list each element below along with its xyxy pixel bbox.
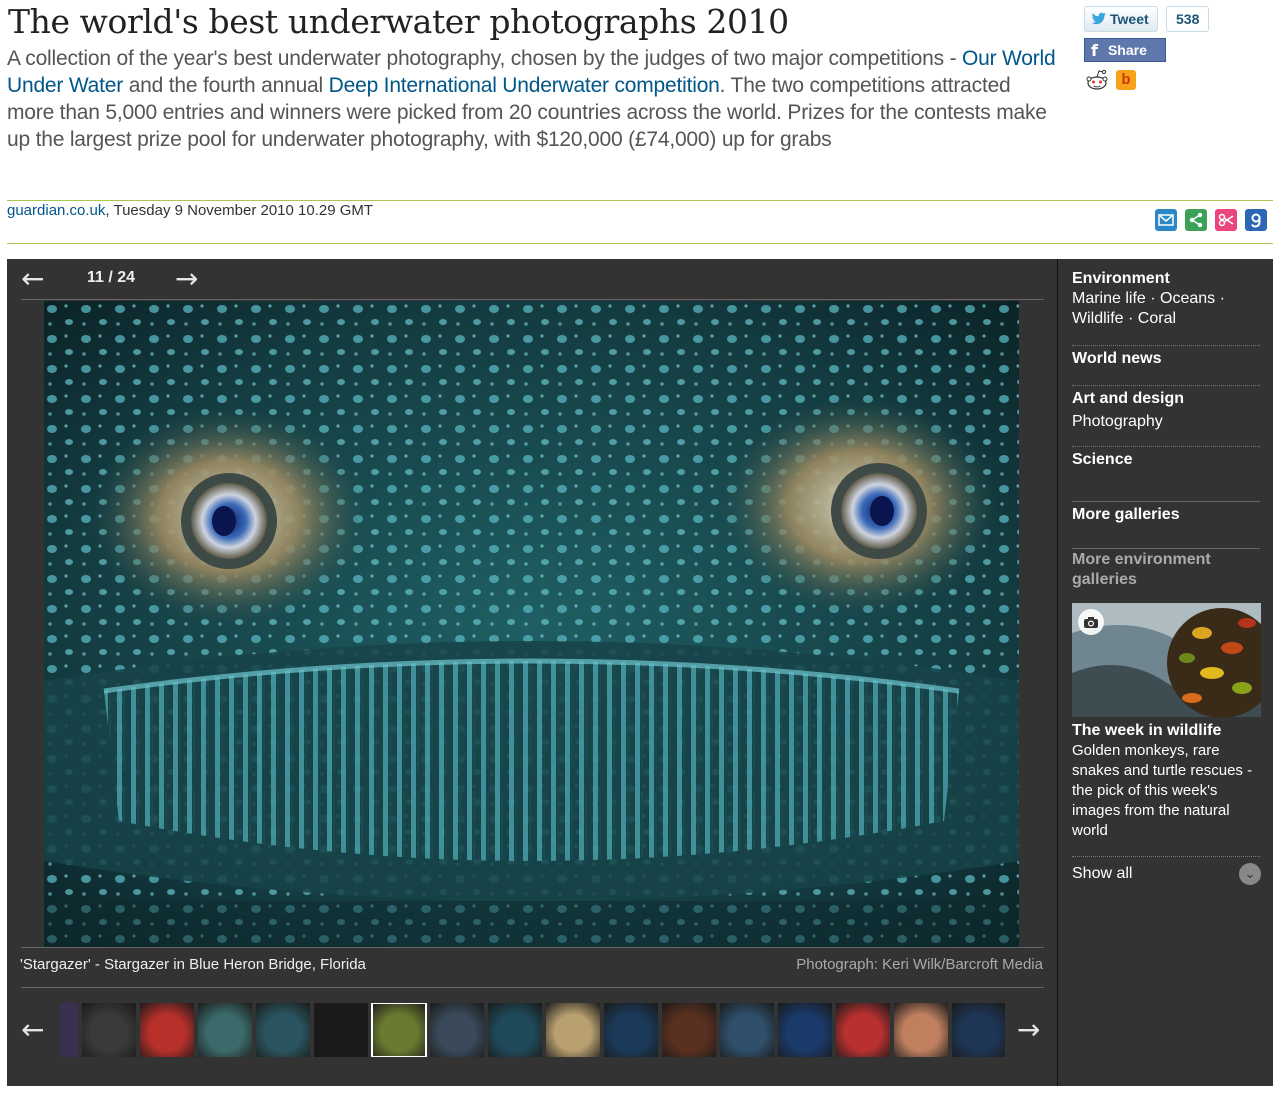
gallery-sidebar: Environment Marine life · Oceans · Wildl… <box>1057 259 1273 1086</box>
sidebar-separator <box>1072 345 1260 346</box>
article-headline: The world's best underwater photographs … <box>8 2 789 41</box>
gallery-divider <box>21 299 1044 300</box>
article-standfirst: A collection of the year's best underwat… <box>7 45 1057 153</box>
sidebar-separator <box>1072 446 1260 447</box>
week-in-wildlife-link[interactable]: The week in wildlife <box>1072 721 1262 741</box>
next-arrow-icon[interactable]: → <box>175 265 198 293</box>
art-design-link[interactable]: Art and design <box>1072 389 1262 409</box>
gallery-thumbnail[interactable] <box>82 1003 136 1057</box>
google-icon[interactable] <box>1245 209 1267 231</box>
environment-link[interactable]: Environment <box>1072 269 1262 289</box>
caption-divider-top <box>21 947 1044 948</box>
share-label: Share <box>1107 42 1147 58</box>
sidebar-more-environment: More environment galleries <box>1072 550 1262 590</box>
standfirst-text-2: and the fourth annual <box>123 74 329 97</box>
sidebar-rule <box>1072 548 1260 549</box>
previous-arrow-icon[interactable]: ← <box>21 265 44 293</box>
standfirst-text-1: A collection of the year's best underwat… <box>7 47 962 70</box>
sidebar-rule <box>1072 501 1260 502</box>
gallery-thumbnail[interactable] <box>778 1003 832 1057</box>
sidebar-art: Art and design Photography <box>1072 389 1262 432</box>
source-link[interactable]: guardian.co.uk <box>7 202 105 219</box>
sidebar-science: Science <box>1072 450 1262 470</box>
photo-credit: Photograph: Keri Wilk/Barcroft Media <box>796 956 1043 973</box>
byline: guardian.co.uk, Tuesday 9 November 2010 … <box>7 202 373 219</box>
divider-top <box>7 200 1273 201</box>
environment-tags-1[interactable]: Marine life · Oceans · <box>1072 289 1262 309</box>
image-counter: 11 / 24 <box>87 269 136 286</box>
tweet-label: Tweet <box>1110 11 1149 27</box>
promo-block: The week in wildlife Golden monkeys, rar… <box>1072 721 1262 841</box>
science-link[interactable]: Science <box>1072 450 1262 470</box>
thumbnail-strip <box>60 1003 1005 1057</box>
sidebar-environment: Environment Marine life · Oceans · Wildl… <box>1072 269 1262 329</box>
email-icon[interactable] <box>1155 209 1177 231</box>
divider-bottom <box>7 243 1273 244</box>
week-in-wildlife-image[interactable] <box>1072 603 1261 717</box>
more-environment-heading-2: galleries <box>1072 571 1137 588</box>
deep-international-link[interactable]: Deep International Underwater competitio… <box>329 74 720 97</box>
week-in-wildlife-text: Golden monkeys, rare snakes and turtle r… <box>1072 742 1253 839</box>
gallery-thumbnail[interactable] <box>546 1003 600 1057</box>
world-news-link[interactable]: World news <box>1072 349 1262 369</box>
show-all-row: Show all <box>1072 864 1262 884</box>
gallery-thumbnail[interactable] <box>604 1003 658 1057</box>
twitter-bird-icon <box>1091 12 1106 25</box>
gallery-main: ← 11 / 24 → 'Stargazer' - Stargazer in B… <box>7 259 1057 1086</box>
more-galleries-heading: More galleries <box>1072 506 1180 523</box>
article-tools <box>1155 209 1267 231</box>
gallery-thumbnail[interactable] <box>894 1003 948 1057</box>
gallery-thumbnail[interactable] <box>430 1003 484 1057</box>
thumbs-next-arrow-icon[interactable]: → <box>1017 1016 1040 1044</box>
chevron-down-icon[interactable]: ⌄ <box>1239 863 1261 885</box>
camera-icon <box>1078 609 1104 635</box>
buzz-icon[interactable]: b <box>1116 70 1136 90</box>
gallery-thumbnail-active[interactable] <box>371 1003 427 1057</box>
clip-icon[interactable] <box>1215 209 1237 231</box>
sidebar-separator <box>1072 385 1260 386</box>
gallery-thumbnail[interactable] <box>662 1003 716 1057</box>
gallery-thumbnail[interactable] <box>488 1003 542 1057</box>
gallery-thumbnail[interactable] <box>140 1003 194 1057</box>
gallery-thumbnail[interactable] <box>952 1003 1005 1057</box>
tweet-count: 538 <box>1166 6 1210 32</box>
show-all-link[interactable]: Show all <box>1072 864 1262 884</box>
gallery-thumbnail[interactable] <box>256 1003 310 1057</box>
sidebar-world-news: World news <box>1072 349 1262 369</box>
main-photo[interactable] <box>44 301 1019 947</box>
share-icon[interactable] <box>1185 209 1207 231</box>
caption-divider-bottom <box>21 987 1044 988</box>
gallery-thumbnail[interactable] <box>198 1003 252 1057</box>
gallery-thumbnail[interactable] <box>836 1003 890 1057</box>
gallery-thumbnail[interactable] <box>60 1003 78 1057</box>
photo-caption: 'Stargazer' - Stargazer in Blue Heron Br… <box>20 956 366 973</box>
thumbs-prev-arrow-icon[interactable]: ← <box>21 1016 44 1044</box>
photography-link[interactable]: Photography <box>1072 412 1262 432</box>
tweet-button[interactable]: Tweet <box>1084 6 1158 32</box>
gallery-thumbnail[interactable] <box>720 1003 774 1057</box>
gallery: ← 11 / 24 → 'Stargazer' - Stargazer in B… <box>7 259 1273 1086</box>
environment-tags-2[interactable]: Wildlife · Coral <box>1072 309 1262 329</box>
publication-date: , Tuesday 9 November 2010 10.29 GMT <box>105 202 374 219</box>
sidebar-separator <box>1072 856 1260 857</box>
reddit-icon[interactable] <box>1086 68 1108 92</box>
sidebar-more-galleries: More galleries <box>1072 505 1262 525</box>
more-environment-heading-1: More environment <box>1072 551 1211 568</box>
facebook-icon: f <box>1091 40 1098 60</box>
gallery-thumbnail[interactable] <box>314 1003 368 1057</box>
facebook-share-button[interactable]: f Share <box>1084 38 1166 62</box>
